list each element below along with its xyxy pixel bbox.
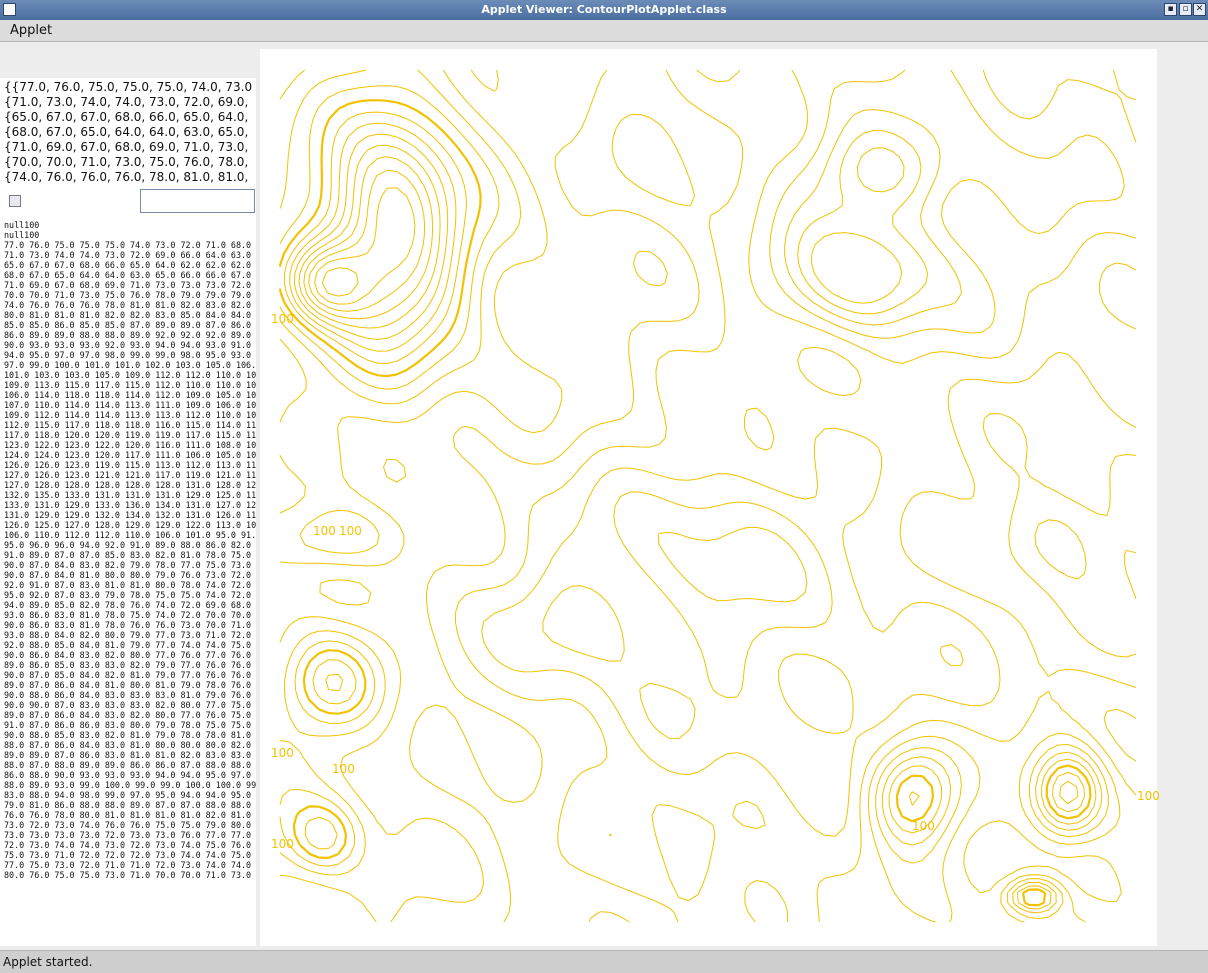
text-line: 94.0 89.0 85.0 82.0 78.0 76.0 74.0 72.0 …	[4, 600, 252, 610]
status-bar: Applet started.	[0, 950, 1208, 973]
maximize-button[interactable]: ▫	[1179, 3, 1192, 16]
text-line: 73.0 73.0 73.0 73.0 72.0 73.0 73.0 76.0 …	[4, 830, 252, 840]
text-line: 117.0 118.0 120.0 120.0 119.0 119.0 117.…	[4, 430, 256, 440]
text-line: 76.0 76.0 78.0 80.0 81.0 81.0 81.0 81.0 …	[4, 810, 252, 820]
text-line: 89.0 89.0 87.0 86.0 83.0 81.0 81.0 82.0 …	[4, 750, 252, 760]
data-output-textarea[interactable]: null100 null100 77.0 76.0 75.0 75.0 75.0 7…	[0, 218, 256, 946]
text-line: 95.0 96.0 96.0 94.0 92.0 91.0 89.0 88.0 …	[4, 540, 252, 550]
text-line: 91.0 87.0 86.0 86.0 83.0 80.0 79.0 78.0 …	[4, 720, 252, 730]
text-line: 91.0 89.0 87.0 87.0 85.0 83.0 82.0 81.0 …	[4, 550, 252, 560]
text-line: 70.0 70.0 71.0 73.0 75.0 76.0 78.0 79.0 …	[4, 290, 252, 300]
text-line: 123.0 122.0 123.0 122.0 120.0 116.0 111.…	[4, 440, 256, 450]
text-line: 92.0 91.0 87.0 83.0 81.0 81.0 80.0 78.0 …	[4, 580, 252, 590]
text-line: 124.0 124.0 123.0 120.0 117.0 111.0 106.…	[4, 450, 256, 460]
text-line: 71.0 69.0 67.0 68.0 69.0 71.0 73.0 73.0 …	[4, 280, 252, 290]
text-line: 97.0 99.0 100.0 101.0 101.0 102.0 103.0 …	[4, 360, 256, 370]
text-line: 126.0 125.0 127.0 128.0 129.0 129.0 122.…	[4, 520, 256, 530]
text-line: {71.0, 69.0, 67.0, 68.0, 69.0, 71.0, 73.…	[4, 140, 249, 154]
text-line: 90.0 86.0 84.0 83.0 82.0 80.0 77.0 76.0 …	[4, 650, 252, 660]
text-line: 90.0 86.0 83.0 81.0 78.0 76.0 76.0 73.0 …	[4, 620, 252, 630]
text-line: 127.0 128.0 128.0 128.0 128.0 128.0 131.…	[4, 480, 256, 490]
text-line: 90.0 87.0 84.0 83.0 82.0 79.0 78.0 77.0 …	[4, 560, 252, 570]
text-line: 86.0 88.0 90.0 93.0 93.0 93.0 94.0 94.0 …	[4, 770, 252, 780]
text-line: 72.0 73.0 74.0 74.0 73.0 72.0 73.0 74.0 …	[4, 840, 252, 850]
text-line: {65.0, 67.0, 67.0, 68.0, 66.0, 65.0, 64.…	[4, 110, 249, 124]
text-line: 109.0 112.0 114.0 114.0 113.0 113.0 112.…	[4, 410, 256, 420]
text-line: 80.0 81.0 81.0 81.0 82.0 82.0 83.0 85.0 …	[4, 310, 252, 320]
text-line: 77.0 75.0 73.0 72.0 71.0 71.0 72.0 73.0 …	[4, 860, 252, 870]
option-checkbox[interactable]	[9, 195, 21, 207]
text-line: 83.0 88.0 94.0 98.0 99.0 97.0 95.0 94.0 …	[4, 790, 252, 800]
text-line: {{77.0, 76.0, 75.0, 75.0, 75.0, 74.0, 73…	[4, 80, 253, 94]
text-line: 74.0 76.0 76.0 76.0 78.0 81.0 81.0 82.0 …	[4, 300, 252, 310]
text-line: 101.0 103.0 103.0 105.0 109.0 112.0 112.…	[4, 370, 256, 380]
text-line: 65.0 67.0 67.0 68.0 66.0 65.0 64.0 62.0 …	[4, 260, 252, 270]
text-line: 80.0 76.0 75.0 75.0 73.0 71.0 70.0 70.0 …	[4, 870, 252, 880]
text-line: 126.0 126.0 123.0 119.0 115.0 113.0 112.…	[4, 460, 256, 470]
text-line: 88.0 89.0 93.0 99.0 100.0 99.0 99.0 100.…	[4, 780, 256, 790]
text-line: 92.0 88.0 85.0 84.0 81.0 79.0 77.0 74.0 …	[4, 640, 252, 650]
text-line: 93.0 88.0 84.0 82.0 80.0 79.0 77.0 73.0 …	[4, 630, 252, 640]
text-line: 75.0 73.0 71.0 72.0 72.0 72.0 73.0 74.0 …	[4, 850, 252, 860]
text-line: 79.0 81.0 86.0 88.0 88.0 89.0 87.0 87.0 …	[4, 800, 252, 810]
text-line: 95.0 92.0 87.0 83.0 79.0 78.0 75.0 75.0 …	[4, 590, 252, 600]
text-line: 133.0 131.0 129.0 133.0 136.0 134.0 131.…	[4, 500, 256, 510]
text-line: 106.0 110.0 112.0 112.0 110.0 106.0 101.…	[4, 530, 256, 540]
text-line: 71.0 73.0 74.0 74.0 73.0 72.0 69.0 66.0 …	[4, 250, 252, 260]
menu-bar: Applet	[0, 20, 1208, 42]
text-line: 93.0 86.0 83.0 81.0 78.0 75.0 74.0 72.0 …	[4, 610, 252, 620]
window-title: Applet Viewer: ContourPlotApplet.class	[481, 3, 727, 16]
text-line: 90.0 88.0 86.0 84.0 83.0 83.0 83.0 81.0 …	[4, 690, 252, 700]
status-text: Applet started.	[3, 955, 93, 969]
text-line: 109.0 113.0 115.0 117.0 115.0 112.0 110.…	[4, 380, 256, 390]
text-line: {74.0, 76.0, 76.0, 76.0, 78.0, 81.0, 81.…	[4, 170, 249, 184]
applet-menu[interactable]: Applet	[10, 23, 52, 38]
text-line: {68.0, 67.0, 65.0, 64.0, 64.0, 63.0, 65.…	[4, 125, 249, 139]
text-line: 73.0 72.0 73.0 74.0 76.0 76.0 75.0 75.0 …	[4, 820, 252, 830]
text-line: 131.0 129.0 129.0 132.0 134.0 132.0 131.…	[4, 510, 256, 520]
text-line: 88.0 87.0 88.0 89.0 89.0 86.0 86.0 87.0 …	[4, 760, 252, 770]
text-line: 77.0 76.0 75.0 75.0 75.0 74.0 73.0 72.0 …	[4, 240, 252, 250]
text-line: 90.0 87.0 84.0 81.0 80.0 80.0 79.0 76.0 …	[4, 570, 252, 580]
text-line: 90.0 90.0 87.0 83.0 83.0 83.0 82.0 80.0 …	[4, 700, 252, 710]
text-line: 89.0 87.0 86.0 84.0 81.0 80.0 81.0 79.0 …	[4, 680, 252, 690]
text-line: 107.0 110.0 114.0 114.0 113.0 111.0 109.…	[4, 400, 256, 410]
text-line: 90.0 88.0 85.0 83.0 82.0 81.0 79.0 78.0 …	[4, 730, 252, 740]
text-line: 132.0 135.0 133.0 131.0 131.0 131.0 129.…	[4, 490, 256, 500]
text-line: 89.0 87.0 86.0 84.0 83.0 82.0 80.0 77.0 …	[4, 710, 252, 720]
close-button[interactable]: ✕	[1193, 3, 1206, 16]
text-line: 90.0 93.0 93.0 93.0 92.0 93.0 94.0 94.0 …	[4, 340, 252, 350]
text-line: 90.0 87.0 85.0 84.0 82.0 81.0 79.0 77.0 …	[4, 670, 252, 680]
plot-canvas-background	[260, 49, 1157, 946]
text-line: 112.0 115.0 117.0 118.0 118.0 116.0 115.…	[4, 420, 256, 430]
left-panel: {{77.0, 76.0, 75.0, 75.0, 75.0, 74.0, 73…	[0, 42, 258, 948]
text-line: null100	[4, 230, 40, 240]
text-line: 85.0 85.0 86.0 85.0 85.0 87.0 89.0 89.0 …	[4, 320, 252, 330]
text-line: 89.0 86.0 85.0 83.0 83.0 82.0 79.0 77.0 …	[4, 660, 252, 670]
value-text-field[interactable]	[140, 189, 255, 213]
text-line: 86.0 89.0 89.0 88.0 88.0 89.0 92.0 92.0 …	[4, 330, 252, 340]
text-line: {71.0, 73.0, 74.0, 74.0, 73.0, 72.0, 69.…	[4, 95, 249, 109]
text-line: 88.0 87.0 86.0 84.0 83.0 81.0 80.0 80.0 …	[4, 740, 252, 750]
window-title-bar[interactable]: Applet Viewer: ContourPlotApplet.class ▪…	[0, 0, 1208, 20]
text-line: 127.0 126.0 123.0 121.0 121.0 117.0 119.…	[4, 470, 256, 480]
text-line: null100	[4, 220, 40, 230]
minimize-button[interactable]: ▪	[1164, 3, 1177, 16]
text-line: 94.0 95.0 97.0 97.0 98.0 99.0 99.0 98.0 …	[4, 350, 252, 360]
text-line: 68.0 67.0 65.0 64.0 64.0 63.0 65.0 66.0 …	[4, 270, 252, 280]
text-line: 106.0 114.0 118.0 118.0 114.0 112.0 109.…	[4, 390, 256, 400]
text-line: {70.0, 70.0, 71.0, 73.0, 75.0, 76.0, 78.…	[4, 155, 249, 169]
